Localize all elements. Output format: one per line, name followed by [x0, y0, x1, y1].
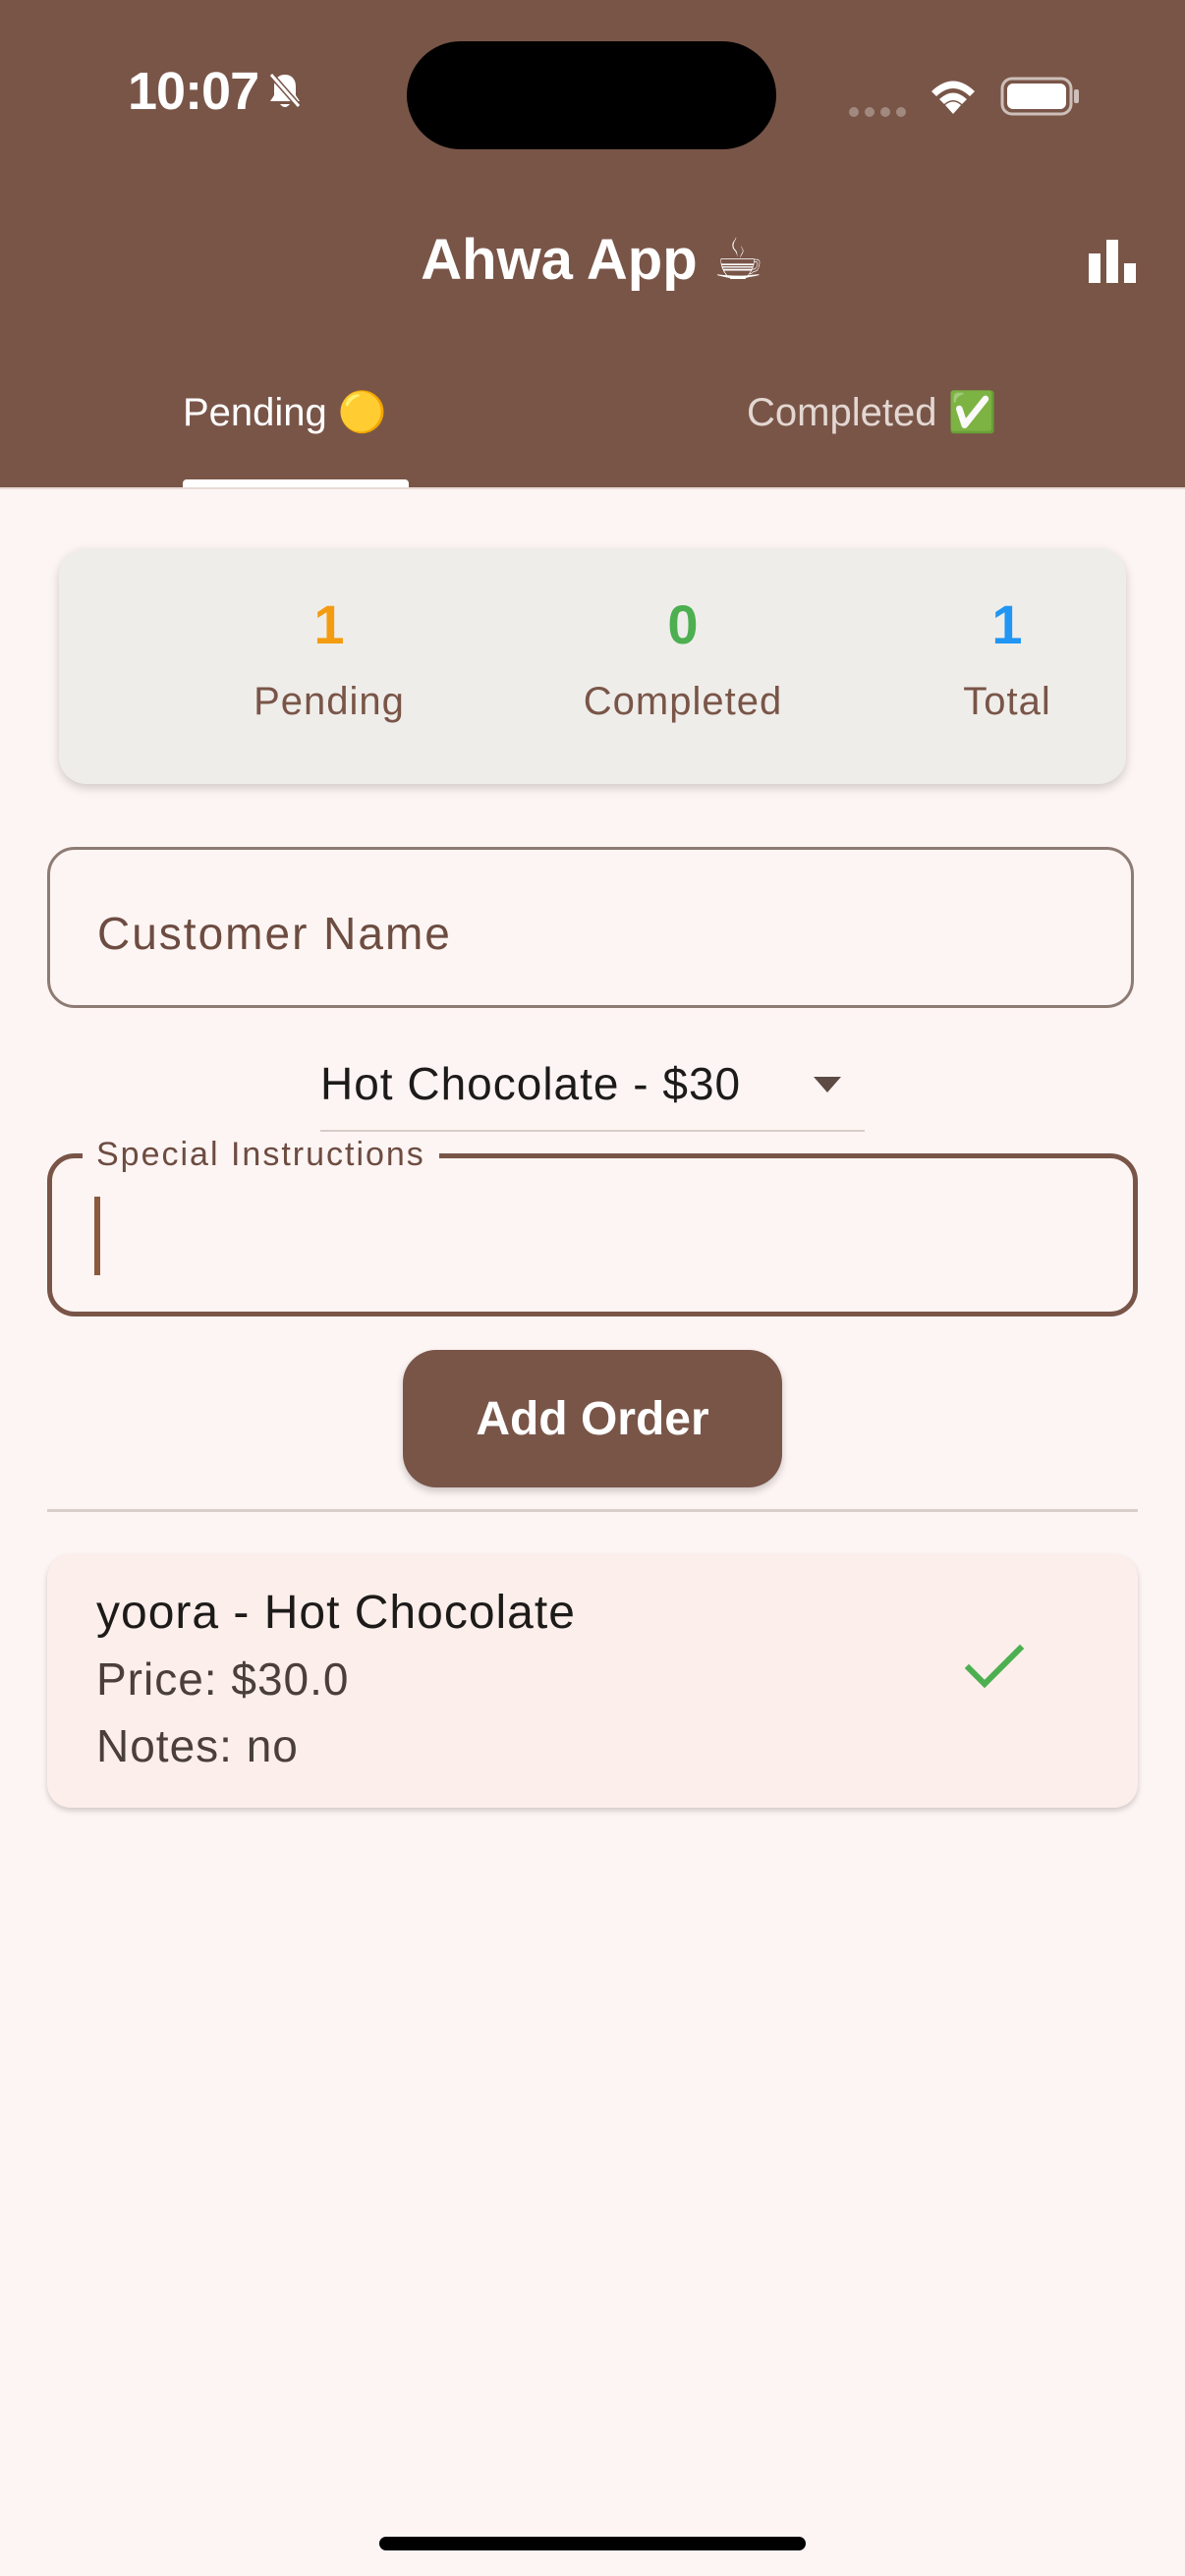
- drink-dropdown[interactable]: Hot Chocolate - $30: [320, 1049, 865, 1132]
- customer-name-placeholder: Customer Name: [97, 908, 452, 959]
- wifi-icon: [926, 73, 981, 121]
- order-notes: Notes: no: [96, 1720, 299, 1771]
- status-time: 10:07: [128, 62, 259, 121]
- status-bar: 10:07: [0, 0, 1185, 187]
- text-cursor: [94, 1197, 100, 1275]
- stat-total: 1 Total: [894, 597, 1120, 724]
- stat-completed: 0 Completed: [491, 597, 875, 724]
- order-card: yoora - Hot Chocolate Price: $30.0 Notes…: [47, 1554, 1138, 1808]
- home-indicator: [379, 2537, 806, 2550]
- check-icon[interactable]: [964, 1643, 1025, 1695]
- special-instructions-label: Special Instructions: [83, 1136, 439, 1174]
- order-price: Price: $30.0: [96, 1653, 350, 1705]
- completed-label: Completed: [583, 680, 783, 723]
- app-title: Ahwa App ☕: [421, 228, 764, 292]
- special-instructions-field[interactable]: [47, 1153, 1138, 1316]
- customer-name-field[interactable]: Customer Name: [47, 847, 1134, 1008]
- signal-icon: [849, 104, 912, 122]
- dropdown-caret-icon: [812, 1075, 843, 1099]
- drink-selected-value: Hot Chocolate - $30: [320, 1058, 742, 1109]
- pending-count: 1: [313, 593, 345, 655]
- total-label: Total: [963, 680, 1051, 723]
- battery-icon: [1000, 77, 1081, 121]
- tab-completed[interactable]: Completed ✅: [747, 389, 996, 435]
- total-count: 1: [991, 593, 1023, 655]
- tab-pending[interactable]: Pending 🟡: [183, 389, 387, 435]
- bell-slash-icon: [267, 71, 303, 115]
- stat-pending: 1 Pending: [187, 597, 472, 724]
- tab-indicator: [183, 479, 409, 487]
- add-order-button[interactable]: Add Order: [403, 1350, 782, 1487]
- completed-count: 0: [667, 593, 699, 655]
- app-header: 10:07 Ahwa App ☕ Pending 🟡 Completed ✅: [0, 0, 1185, 487]
- dynamic-island: [407, 41, 776, 149]
- order-title: yoora - Hot Chocolate: [96, 1587, 576, 1639]
- header-divider: [0, 487, 1185, 489]
- bar-chart-icon[interactable]: [1087, 236, 1138, 290]
- section-divider: [47, 1509, 1138, 1512]
- pending-label: Pending: [254, 680, 405, 723]
- summary-card: 1 Pending 0 Completed 1 Total: [59, 548, 1126, 784]
